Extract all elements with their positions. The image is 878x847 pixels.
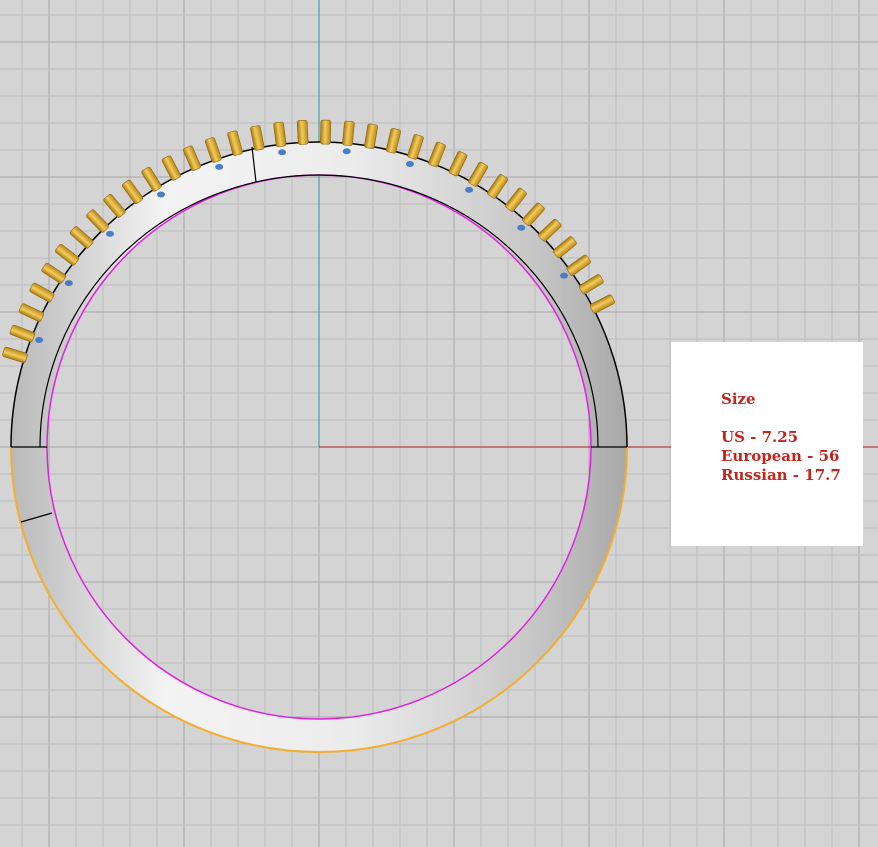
prong [182, 145, 202, 171]
gem-stone [157, 191, 165, 198]
prong [552, 236, 577, 259]
size-european: European - 56 [721, 447, 840, 465]
size-info-panel: Size US - 7.25 European - 56 Russian - 1… [671, 342, 863, 546]
prong [103, 193, 126, 218]
size-title: Size [721, 390, 756, 408]
prong [448, 151, 468, 177]
gem-stone [465, 186, 474, 193]
prong [273, 121, 287, 147]
prong [69, 226, 94, 249]
prong [538, 218, 562, 242]
gem-stone [278, 149, 287, 156]
gem-stone [215, 163, 224, 170]
prong [407, 134, 424, 160]
gem-stone [342, 148, 351, 155]
prong [41, 262, 67, 284]
prong [578, 274, 604, 295]
prong [468, 161, 488, 187]
prong [522, 202, 545, 227]
prong [2, 346, 28, 363]
gem-stone [106, 230, 114, 237]
prong [227, 130, 243, 156]
prong [589, 294, 615, 314]
prong [121, 179, 144, 205]
size-spacer [721, 409, 863, 428]
gem-stone [517, 224, 526, 231]
prong [428, 141, 446, 168]
prong [364, 123, 378, 149]
size-russian: Russian - 17.7 [721, 466, 841, 484]
gem-stone [406, 161, 414, 167]
prong [250, 125, 265, 151]
prong [342, 120, 355, 146]
prong [141, 166, 162, 192]
prong [296, 119, 309, 145]
cad-viewport[interactable]: Size US - 7.25 European - 56 Russian - 1… [0, 0, 878, 847]
gem-stone [35, 337, 44, 343]
gem-stone [560, 272, 568, 279]
prong [320, 119, 332, 145]
prong [86, 209, 109, 233]
gem-stone [64, 280, 73, 287]
size-us: US - 7.25 [721, 428, 799, 446]
